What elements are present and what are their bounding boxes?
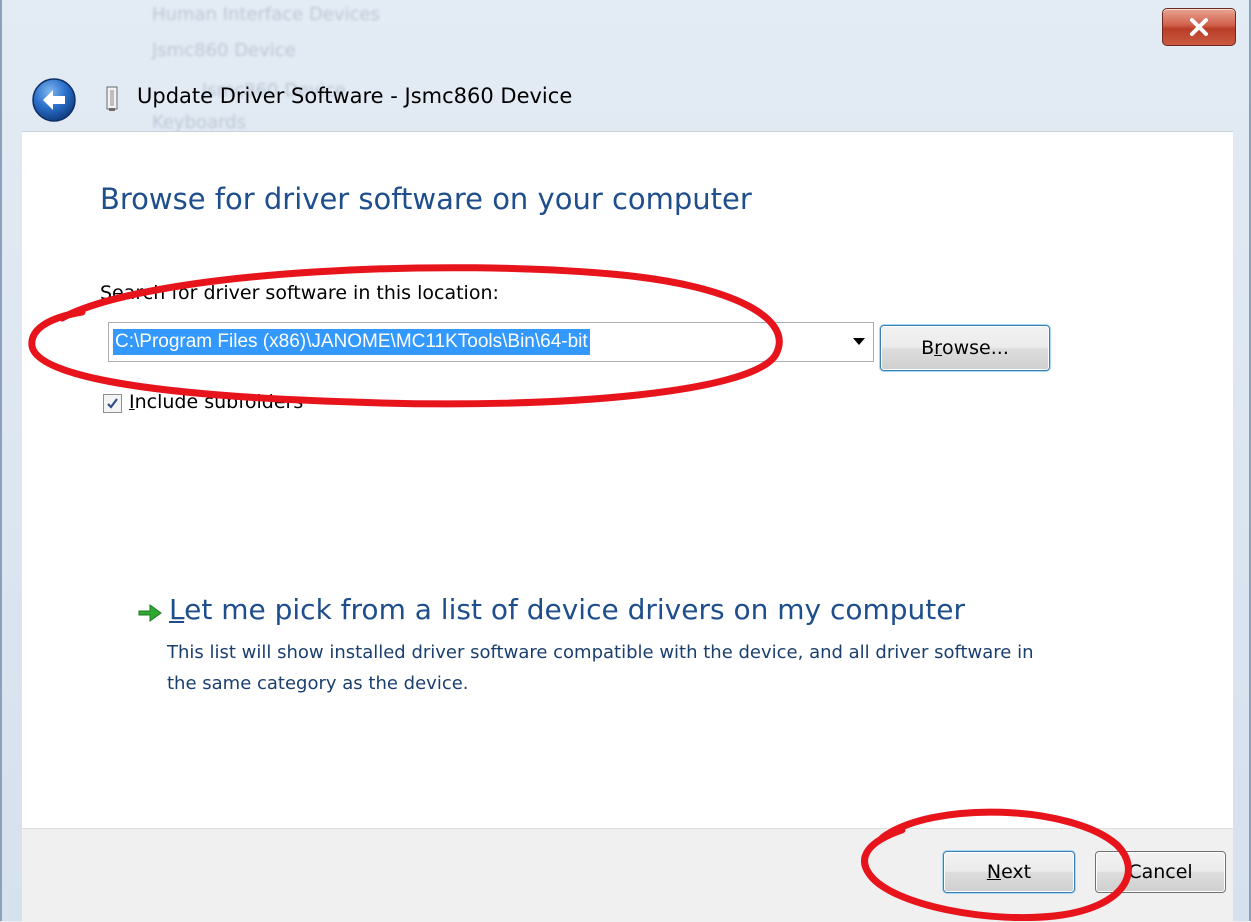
- browse-button[interactable]: Br owse...: [880, 325, 1050, 371]
- dialog-footer: Next Cancel: [22, 828, 1233, 922]
- cancel-button[interactable]: Cancel: [1095, 851, 1226, 893]
- background-ghost-text: Jsmc860 Device: [152, 40, 296, 61]
- next-button[interactable]: Next: [943, 851, 1075, 893]
- include-subfolders-label[interactable]: Include subfolders: [129, 391, 303, 413]
- driver-path-value[interactable]: C:\Program Files (x86)\JANOME\MC11KTools…: [113, 329, 590, 355]
- dialog-window: Human Interface Devices Jsmc860 Device J…: [0, 0, 1251, 922]
- include-subfolders-text: nclude subfolders: [134, 391, 304, 413]
- next-text: ext: [1001, 861, 1032, 883]
- chevron-down-icon[interactable]: [853, 338, 865, 345]
- browse-label-accel: r: [934, 337, 942, 359]
- device-icon: [106, 86, 118, 111]
- pick-driver-description: This list will show installed driver sof…: [167, 642, 1034, 694]
- background-ghost-text: Human Interface Devices: [152, 4, 380, 25]
- next-accel: N: [986, 861, 1002, 883]
- include-subfolders-checkbox[interactable]: [103, 394, 122, 413]
- back-button[interactable]: [31, 77, 77, 123]
- window-title: Update Driver Software - Jsmc860 Device: [137, 84, 573, 108]
- content-panel: Browse for driver software on your compu…: [22, 131, 1233, 829]
- pick-driver-link[interactable]: Let me pick from a list of device driver…: [169, 593, 965, 626]
- back-arrow-icon: [32, 78, 76, 122]
- green-arrow-icon: [138, 604, 162, 622]
- page-heading: Browse for driver software on your compu…: [100, 182, 752, 216]
- driver-path-combobox[interactable]: C:\Program Files (x86)\JANOME\MC11KTools…: [108, 322, 874, 362]
- pick-driver-accel: L: [169, 593, 185, 626]
- search-location-label: Search for driver software in this locat…: [100, 282, 499, 304]
- browse-label-pre: B: [921, 337, 935, 359]
- background-ghost-text: Keyboards: [152, 112, 246, 133]
- pick-driver-text: et me pick from a list of device drivers…: [184, 593, 966, 626]
- close-button[interactable]: [1162, 8, 1236, 46]
- browse-label-post: owse...: [941, 337, 1009, 359]
- close-icon: [1190, 18, 1208, 36]
- checkmark-icon: [107, 398, 118, 409]
